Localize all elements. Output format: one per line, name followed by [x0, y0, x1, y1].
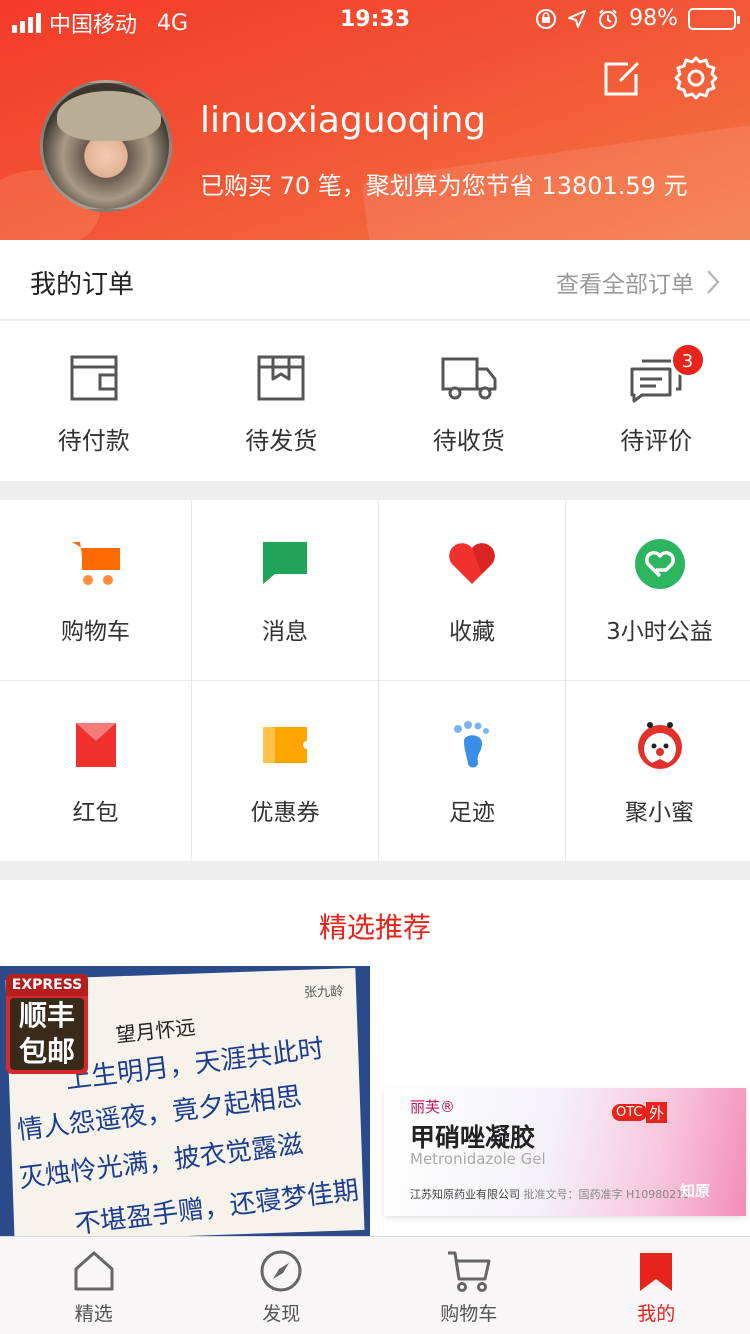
- express-text: 顺丰包邮: [10, 998, 84, 1070]
- tab-cart[interactable]: 购物车: [375, 1237, 563, 1334]
- grid-item-label: 3小时公益: [606, 619, 713, 645]
- manufacturer: 江苏知原药业有限公司 批准文号：国药准字 H10980213: [410, 1188, 691, 1201]
- recommend-title: 精选推荐: [318, 911, 431, 944]
- grid-item-label: 聚小蜜: [625, 800, 694, 826]
- function-grid: 购物车 消息 收藏 3小时公益 红包 优惠券 足迹 聚小蜜: [0, 500, 750, 861]
- express-shipping-badge: EXPRESS 顺丰包邮: [6, 974, 88, 1074]
- grid-item-label: 收藏: [449, 619, 495, 645]
- status-bar: 中国移动 4G 19:33 98%: [0, 0, 750, 40]
- username: linuoxiaguoqing: [200, 100, 487, 141]
- tab-label: 我的: [637, 1303, 676, 1325]
- grid-item-footprints[interactable]: 足迹: [379, 681, 565, 861]
- view-all-orders-link[interactable]: 查看全部订单: [556, 265, 720, 299]
- battery-percent: 98%: [629, 6, 678, 31]
- grid-item-label: 足迹: [449, 800, 495, 826]
- product-card[interactable]: 丽芙® OTC 外 甲硝唑凝胶 Metronidazole Gel 江苏知原药业…: [378, 966, 750, 1236]
- order-status-label: 待评价: [620, 427, 693, 455]
- calligraphy-title: 望月怀远: [114, 1014, 197, 1048]
- order-pending-receipt[interactable]: 待收货: [375, 321, 563, 481]
- order-pending-review[interactable]: 3 待评价: [563, 321, 750, 481]
- red-envelope-icon: [75, 723, 116, 767]
- rotation-lock-icon: [536, 8, 557, 29]
- product-brand: 丽芙®: [410, 1098, 456, 1116]
- grid-item-label: 优惠券: [250, 800, 320, 826]
- order-status-label: 待付款: [57, 427, 130, 455]
- tab-label: 精选: [74, 1303, 113, 1325]
- grid-item-shopping-cart[interactable]: 购物车: [0, 500, 191, 680]
- view-all-orders-label: 查看全部订单: [556, 272, 694, 298]
- grid-item-messages[interactable]: 消息: [192, 500, 378, 680]
- product-name: 甲硝唑凝胶: [410, 1123, 536, 1152]
- grid-item-favorites[interactable]: 收藏: [379, 500, 565, 680]
- recommend-section-header: 精选推荐: [0, 880, 750, 966]
- order-pending-shipment[interactable]: 待发货: [188, 321, 376, 481]
- brand-logo-text: 知原: [680, 1182, 711, 1200]
- grid-item-label: 购物车: [61, 619, 130, 645]
- product-name-en: Metronidazole Gel: [410, 1150, 546, 1168]
- home-icon: [74, 1251, 114, 1291]
- order-status-row: 待付款 待发货 待收货 3 待评价: [0, 321, 750, 481]
- shopping-cart-icon: [71, 542, 120, 585]
- grid-item-red-envelope[interactable]: 红包: [0, 681, 191, 861]
- tab-label: 发现: [262, 1303, 301, 1325]
- edit-icon[interactable]: [598, 54, 646, 102]
- grid-item-charity[interactable]: 3小时公益: [566, 500, 750, 680]
- grid-item-coupons[interactable]: 优惠券: [192, 681, 378, 861]
- compass-icon: [260, 1250, 302, 1292]
- my-orders-title: 我的订单: [30, 270, 135, 300]
- avatar-hat: [57, 91, 161, 141]
- settings-gear-icon[interactable]: [672, 54, 720, 102]
- product-card[interactable]: 望月怀远 张九龄 上生明月，天涯共此时 情人怨遥夜，竟夕起相思 灭烛怜光满，披衣…: [0, 966, 370, 1236]
- order-status-label: 待收货: [432, 427, 505, 455]
- tab-mine[interactable]: 我的: [563, 1237, 750, 1334]
- location-arrow-icon: [568, 9, 587, 28]
- bottom-tab-bar: 精选 发现 购物车 我的: [0, 1236, 750, 1334]
- calligraphy-author: 张九龄: [303, 984, 344, 1001]
- delivery-truck-icon: [441, 357, 497, 400]
- bookmark-icon: [640, 1253, 673, 1291]
- profile-header: 中国移动 4G 19:33 98% linuoxiaguoqing 已购买 70…: [0, 0, 750, 240]
- charity-heart-icon: [634, 539, 685, 589]
- tab-label: 购物车: [440, 1303, 498, 1325]
- footprint-icon: [454, 721, 489, 768]
- package-box-icon: [257, 355, 305, 401]
- order-pending-payment[interactable]: 待付款: [0, 321, 188, 481]
- message-bubble-icon: [263, 542, 307, 584]
- my-orders-header: 我的订单 查看全部订单: [0, 240, 750, 320]
- tab-discover[interactable]: 发现: [188, 1237, 376, 1334]
- grid-item-label: 消息: [262, 619, 308, 645]
- heart-icon: [449, 543, 495, 584]
- grid-item-label: 红包: [72, 800, 119, 826]
- order-status-label: 待发货: [245, 427, 318, 455]
- external-use-badge: 外: [646, 1102, 668, 1123]
- mascot-face-icon: [637, 722, 682, 769]
- coupon-ticket-icon: [263, 727, 307, 763]
- express-label: EXPRESS: [6, 974, 88, 996]
- product-list: 望月怀远 张九龄 上生明月，天涯共此时 情人怨遥夜，竟夕起相思 灭烛怜光满，披衣…: [0, 966, 750, 1236]
- cart-tab-icon: [447, 1251, 491, 1292]
- savings-summary: 已购买 70 笔，聚划算为您节省 13801.59 元: [200, 172, 688, 200]
- tab-featured[interactable]: 精选: [0, 1237, 188, 1334]
- unread-count-badge: 3: [670, 343, 705, 377]
- wallet-icon: [70, 355, 118, 401]
- chevron-right-icon: [707, 270, 720, 294]
- product-image-medicine-box: 丽芙® OTC 外 甲硝唑凝胶 Metronidazole Gel 江苏知原药业…: [384, 1088, 746, 1216]
- avatar[interactable]: [40, 80, 172, 212]
- grid-item-assistant[interactable]: 聚小蜜: [566, 681, 750, 861]
- otc-badge: OTC: [612, 1104, 647, 1121]
- alarm-icon: [599, 8, 618, 29]
- battery-icon: [688, 7, 740, 30]
